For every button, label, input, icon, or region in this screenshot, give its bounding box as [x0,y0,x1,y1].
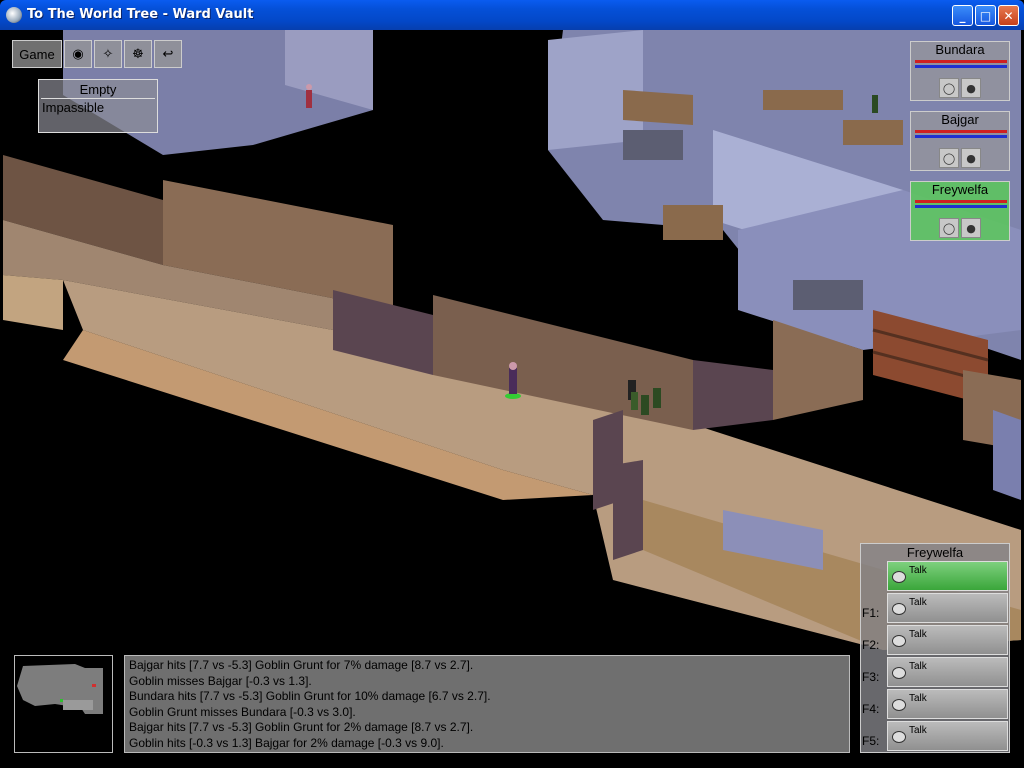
party-member-name: Bajgar [941,112,979,127]
talk-button-label: Talk [909,597,927,608]
speech-bubble-icon [892,603,906,615]
hotkey-label: F5: [862,734,880,748]
health-bar [915,130,1007,133]
talk-bubble-icon[interactable]: ◯ [939,218,959,238]
log-entry: Bajgar hits [7.7 vs -5.3] Goblin Grunt f… [129,658,474,672]
inventory-bag-icon[interactable]: ● [961,148,981,168]
minimize-button[interactable]: _ [952,5,973,26]
party-icon[interactable]: ☸ [124,40,152,68]
tile-info-detail: Impassible [42,100,105,115]
talk-button[interactable]: Talk [887,625,1008,655]
talk-button-label: Talk [909,725,927,736]
hotkey-label: F1: [862,606,880,620]
talk-bubble-icon[interactable]: ◯ [939,148,959,168]
talk-panel-name: Freywelfa [906,545,964,560]
talk-row: F4: Talk [861,689,1011,721]
combat-log[interactable]: Bajgar hits [7.7 vs -5.3] Goblin Grunt f… [124,655,850,753]
skills-icon[interactable]: ✧ [94,40,122,68]
health-bar [915,200,1007,203]
minimap[interactable] [14,655,113,753]
speech-bubble-icon [892,731,906,743]
speech-bubble-icon [892,571,906,583]
talk-button-label: Talk [909,661,927,672]
log-entry: Goblin misses Bajgar [-0.3 vs 1.3]. [129,673,312,688]
talk-row: F3: Talk [861,657,1011,689]
talk-row: F2: Talk [861,625,1011,657]
talk-row: F1: Talk [861,593,1011,625]
mana-bar [915,135,1007,138]
talk-button[interactable]: Talk [887,721,1008,751]
tile-info-box: Empty Impassible [38,79,158,133]
log-entry: Bajgar hits [7.7 vs -5.3] Goblin Grunt f… [129,720,474,734]
talk-button[interactable]: Talk [887,657,1008,687]
tile-info-title: Empty [79,82,117,97]
maximize-button[interactable]: □ [975,5,996,26]
mana-bar [915,205,1007,208]
globe-icon[interactable]: ◉ [64,40,92,68]
party-member-bajgar[interactable]: Bajgar ◯ ● [910,111,1010,171]
talk-button-label: Talk [909,693,927,704]
talk-row: Talk [861,561,1011,593]
speech-bubble-icon [892,667,906,679]
talk-bubble-icon[interactable]: ◯ [939,78,959,98]
divider [41,98,155,99]
mana-bar [915,65,1007,68]
party-member-bundara[interactable]: Bundara ◯ ● [910,41,1010,101]
speech-bubble-icon [892,699,906,711]
party-member-freywelfa[interactable]: Freywelfa ◯ ● [910,181,1010,241]
hotkey-label: F3: [862,670,880,684]
log-entry: Goblin hits [-0.3 vs 1.3] Bajgar for 2% … [129,735,444,750]
inventory-bag-icon[interactable]: ● [961,78,981,98]
talk-button[interactable]: Talk [887,561,1008,591]
talk-panel: Freywelfa Talk F1: Talk F2: Talk F3: Tal… [860,543,1010,753]
window-title: To The World Tree - Ward Vault [27,7,254,22]
speech-bubble-icon [892,635,906,647]
title-bar: To The World Tree - Ward Vault _ □ ✕ [0,0,1024,30]
talk-row: F5: Talk [861,721,1011,753]
party-member-name: Freywelfa [931,182,989,197]
npc-upper-right [872,95,878,113]
hotkey-label: F4: [862,702,880,716]
return-icon[interactable]: ↩ [154,40,182,68]
game-menu-button[interactable]: Game [12,40,62,68]
talk-button-label: Talk [909,629,927,640]
log-entry: Goblin Grunt misses Bundara [-0.3 vs 3.0… [129,704,356,719]
close-button[interactable]: ✕ [998,5,1019,26]
talk-button-label: Talk [909,565,927,576]
top-toolbar: Game ◉ ✧ ☸ ↩ [12,40,182,68]
talk-button[interactable]: Talk [887,593,1008,623]
app-icon [6,7,22,23]
minimap-drawing [17,664,103,714]
log-entry: Bundara hits [7.7 vs -5.3] Goblin Grunt … [129,689,491,703]
inventory-bag-icon[interactable]: ● [961,218,981,238]
hotkey-label: F2: [862,638,880,652]
health-bar [915,60,1007,63]
npc-upper-left [306,84,312,108]
party-member-name: Bundara [935,42,985,57]
talk-button[interactable]: Talk [887,689,1008,719]
